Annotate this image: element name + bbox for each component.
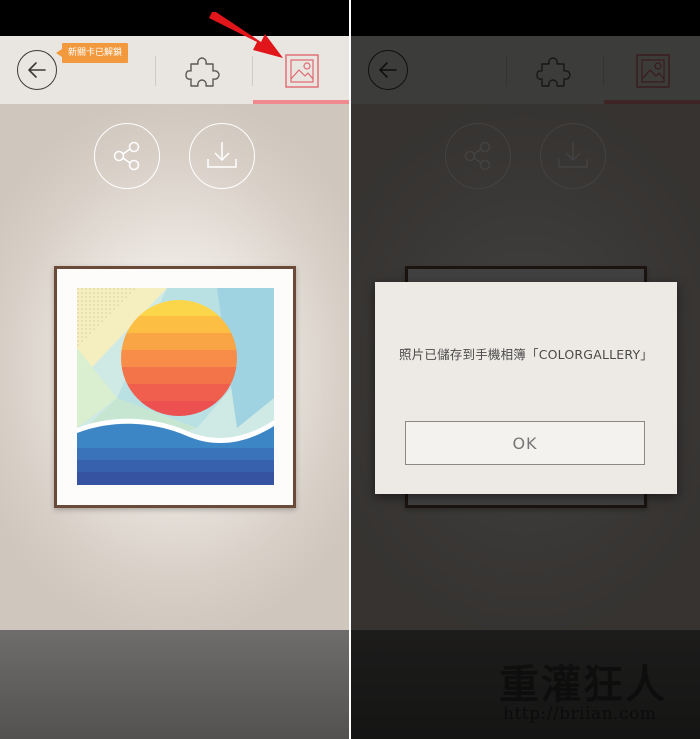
share-icon bbox=[113, 141, 140, 171]
framed-picture bbox=[54, 266, 296, 508]
toolbar-separator bbox=[155, 56, 156, 86]
right-screenshot: 照片已儲存到手機相簿「COLORGALLERY」 OK 重灌狂人 http://… bbox=[351, 0, 700, 739]
red-arrow-pointer bbox=[209, 12, 283, 58]
back-button[interactable] bbox=[17, 50, 57, 90]
bottom-bar bbox=[0, 630, 349, 739]
back-arrow-icon bbox=[28, 62, 46, 78]
top-toolbar: 新關卡已解鎖 bbox=[0, 36, 349, 104]
left-screenshot: 新關卡已解鎖 bbox=[0, 0, 349, 739]
status-bar bbox=[0, 0, 349, 36]
watermark-url: http://briian.com bbox=[503, 704, 657, 724]
sunset-artwork bbox=[77, 288, 274, 485]
ok-button[interactable]: OK bbox=[405, 421, 645, 465]
save-confirmation-dialog: 照片已儲存到手機相簿「COLORGALLERY」 OK bbox=[375, 282, 677, 494]
download-icon bbox=[207, 142, 237, 168]
download-button[interactable] bbox=[189, 123, 255, 189]
watermark-text: 重灌狂人 bbox=[499, 661, 667, 708]
gallery-view bbox=[0, 104, 349, 630]
gallery-image-icon[interactable] bbox=[285, 54, 319, 88]
dialog-message: 照片已儲存到手機相簿「COLORGALLERY」 bbox=[399, 347, 653, 362]
share-button[interactable] bbox=[94, 123, 160, 189]
new-level-badge: 新關卡已解鎖 bbox=[55, 43, 129, 63]
